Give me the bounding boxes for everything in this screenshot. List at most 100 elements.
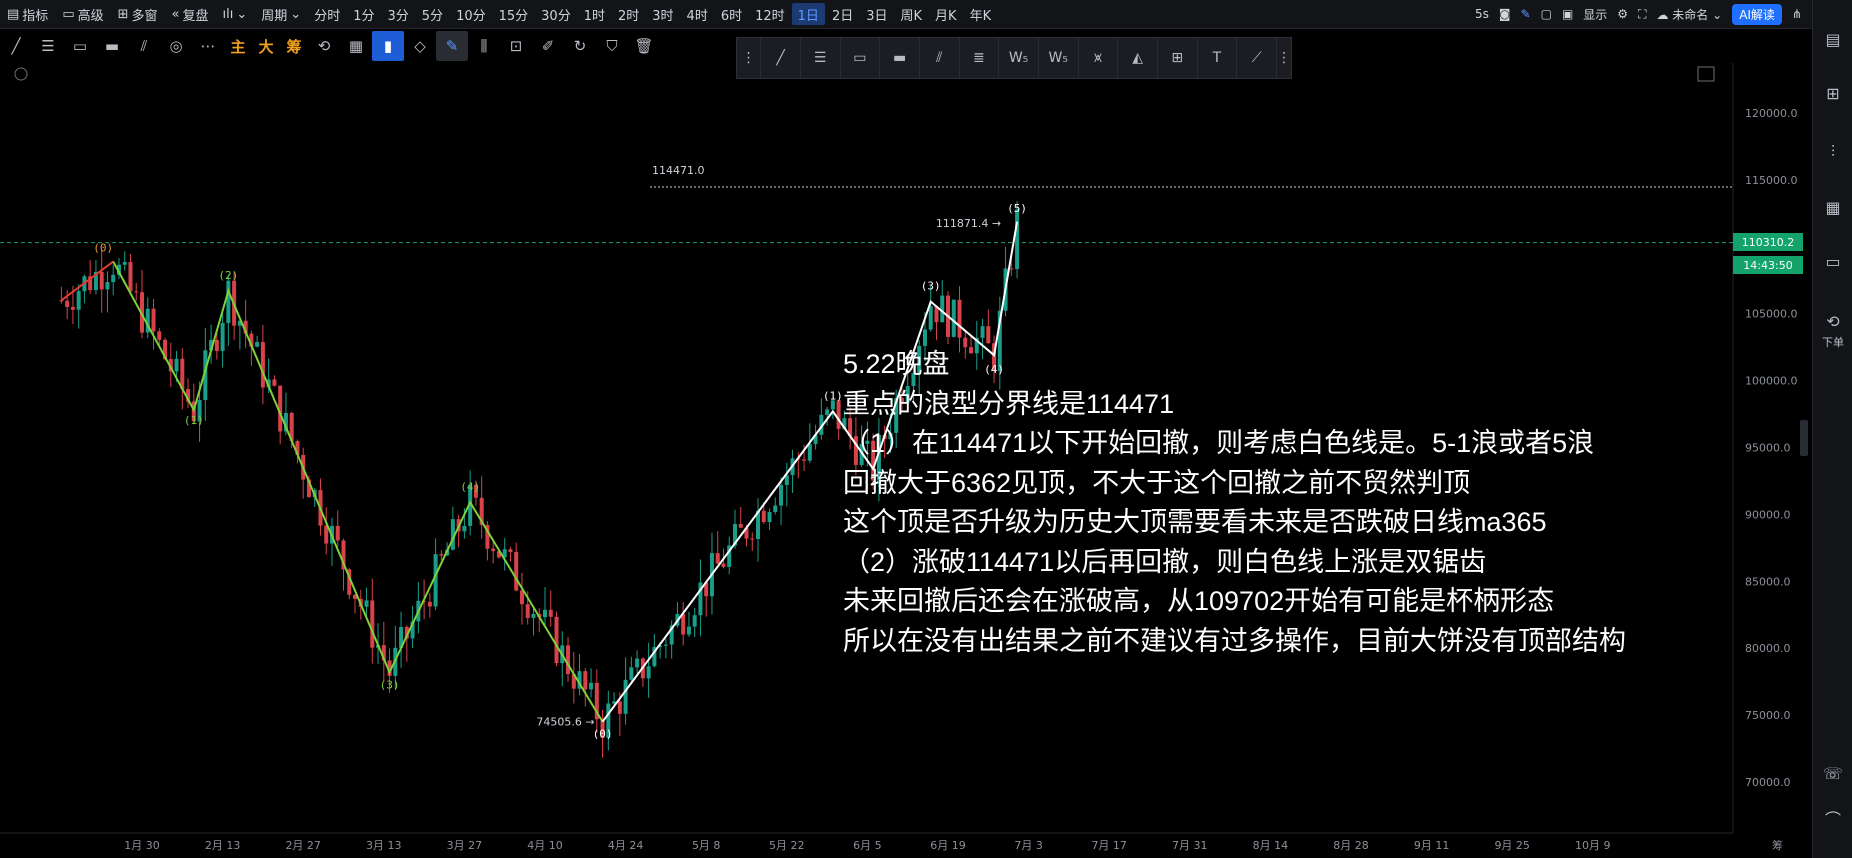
chart-type-icon: ılı bbox=[222, 6, 234, 22]
analysis-icon[interactable]: ⫶ bbox=[1821, 140, 1845, 164]
bookmark-icon[interactable]: ▮ bbox=[372, 31, 404, 61]
advanced-button[interactable]: ▭ 高级 bbox=[55, 0, 110, 28]
chart-type-button[interactable]: ılı ⌄ bbox=[216, 0, 255, 28]
timeframe-tab[interactable]: 15分 bbox=[493, 3, 535, 25]
timeframe-tab[interactable]: 年K bbox=[964, 3, 998, 25]
calc-icon[interactable]: ▦ bbox=[340, 31, 372, 61]
grid-icon[interactable]: ⊞ bbox=[1821, 82, 1845, 106]
x-tick-label: 3月 13 bbox=[366, 839, 402, 852]
channel-tool-icon[interactable]: ⫽ bbox=[128, 31, 160, 61]
news-icon[interactable]: ▦ bbox=[1821, 196, 1845, 220]
timeframe-tab[interactable]: 3日 bbox=[860, 3, 893, 25]
indicator-button[interactable]: ▤ 指标 bbox=[0, 0, 55, 28]
candle-body bbox=[70, 306, 75, 310]
lock-icon[interactable]: ⊡ bbox=[500, 31, 532, 61]
big-indicator-button[interactable]: 大 bbox=[252, 31, 280, 61]
display-button[interactable]: 显示 bbox=[1583, 6, 1607, 23]
camera-icon[interactable]: ◙ bbox=[1499, 7, 1511, 21]
layout-name[interactable]: ☁ 未命名 ⌄ bbox=[1656, 6, 1722, 23]
timeframe-tab[interactable]: 周K bbox=[895, 3, 929, 25]
headset-icon[interactable]: ⌒ bbox=[1821, 808, 1845, 832]
candle-icon[interactable]: ⫼ bbox=[468, 31, 500, 61]
candle-body bbox=[767, 511, 772, 523]
annotation-line: 这个顶是否升级为历史大顶需要看未来是否跌破日线ma365 bbox=[843, 507, 1547, 537]
timeframe-tab[interactable]: 10分 bbox=[450, 3, 492, 25]
x-tick-label: 3月 27 bbox=[447, 839, 483, 852]
document-icon[interactable]: ▤ bbox=[1821, 28, 1845, 52]
timeframe-tab[interactable]: 5分 bbox=[416, 3, 449, 25]
wallet-icon[interactable]: ▭ bbox=[1821, 250, 1845, 274]
candle-body bbox=[214, 339, 219, 352]
measure-tool-icon[interactable]: ▬ bbox=[96, 31, 128, 61]
support-icon[interactable]: ☏ bbox=[1821, 762, 1845, 786]
candle-body bbox=[519, 590, 524, 605]
trash-icon[interactable]: 🗑 bbox=[628, 31, 660, 61]
period-button[interactable]: 周期 ⌄ bbox=[254, 0, 308, 28]
chip-indicator-button[interactable]: 筹 bbox=[280, 31, 308, 61]
share-icon[interactable]: ⋔ bbox=[1792, 7, 1802, 21]
candle-body bbox=[721, 563, 726, 567]
candle-body bbox=[583, 671, 588, 690]
main-indicator-button[interactable]: 主 bbox=[224, 31, 252, 61]
circle-tool-icon[interactable]: ◎ bbox=[160, 31, 192, 61]
x-tick-label: 9月 25 bbox=[1494, 839, 1530, 852]
eraser-icon[interactable]: ◇ bbox=[404, 31, 436, 61]
candle-body bbox=[525, 604, 530, 618]
candle-body bbox=[663, 644, 668, 646]
timeframe-tab[interactable]: 分时 bbox=[308, 3, 346, 25]
candle-body bbox=[761, 510, 766, 523]
timeframe-tab[interactable]: 2时 bbox=[612, 3, 645, 25]
draw-pen-icon[interactable]: ✎ bbox=[436, 31, 468, 61]
candle-body bbox=[122, 261, 127, 265]
timeframe-tab[interactable]: 2日 bbox=[826, 3, 859, 25]
line-tool-icon[interactable]: ╱ bbox=[0, 31, 32, 61]
replay-button[interactable]: «复盘 bbox=[165, 0, 216, 28]
sync-icon[interactable]: ⟲ bbox=[308, 31, 340, 61]
magnet-icon[interactable]: ↻ bbox=[564, 31, 596, 61]
timeframe-tab[interactable]: 1时 bbox=[578, 3, 611, 25]
candle-body bbox=[543, 609, 547, 618]
candle-body bbox=[260, 342, 265, 388]
ai-interpret-button[interactable]: AI解读 bbox=[1732, 3, 1782, 25]
order-label[interactable]: 下单 bbox=[1813, 334, 1852, 350]
timeframe-tab[interactable]: 4时 bbox=[681, 3, 714, 25]
timeframe-tab[interactable]: 月K bbox=[929, 3, 963, 25]
hline-tool-icon[interactable]: ☰ bbox=[32, 31, 64, 61]
gear-icon[interactable]: ⚙ bbox=[1617, 7, 1628, 21]
timeframe-tab[interactable]: 3分 bbox=[382, 3, 415, 25]
candle-body bbox=[531, 613, 536, 618]
candle-body bbox=[635, 658, 640, 668]
candle-body bbox=[548, 609, 553, 617]
red-trend-line bbox=[60, 260, 114, 302]
candle-body bbox=[99, 271, 104, 290]
y-tick-label: 120000.0 bbox=[1745, 107, 1798, 120]
multiwindow-button[interactable]: ⊞ 多窗 bbox=[111, 0, 165, 28]
window-icon[interactable]: ▢ bbox=[1541, 7, 1552, 21]
candle-body bbox=[220, 322, 225, 352]
timeframe-tab[interactable]: 1分 bbox=[347, 3, 380, 25]
timeframe-tab[interactable]: 3时 bbox=[646, 3, 679, 25]
interval-label[interactable]: 5s bbox=[1475, 7, 1489, 21]
candle-body bbox=[957, 299, 962, 338]
fullscreen-icon[interactable]: ⛶ bbox=[1638, 7, 1646, 22]
candle-body bbox=[779, 484, 784, 506]
x-tick-label: 5月 8 bbox=[692, 839, 721, 852]
green-wave-line bbox=[112, 261, 604, 723]
timeframe-tab[interactable]: 6时 bbox=[715, 3, 748, 25]
y-tick-label: 90000.0 bbox=[1745, 508, 1791, 521]
price-scale-handle[interactable] bbox=[1800, 420, 1808, 456]
more-tools-icon[interactable]: ⋯ bbox=[192, 31, 224, 61]
candle-body bbox=[514, 551, 519, 591]
pen-icon[interactable]: ✎ bbox=[1521, 7, 1531, 21]
timeframe-tab[interactable]: 12时 bbox=[749, 3, 791, 25]
filter-icon[interactable]: ⛉ bbox=[596, 31, 628, 61]
timeframe-tab[interactable]: 30分 bbox=[535, 3, 577, 25]
rect-tool-icon[interactable]: ▭ bbox=[64, 31, 96, 61]
x-tick-label: 10月 9 bbox=[1575, 839, 1611, 852]
template-icon[interactable]: ▣ bbox=[1562, 7, 1573, 21]
order-icon[interactable]: ⟲ bbox=[1821, 310, 1845, 334]
candle-body bbox=[157, 331, 162, 340]
timeframe-tab[interactable]: 1日 bbox=[791, 3, 825, 25]
wave-label-green: (2) bbox=[218, 269, 238, 282]
edit-icon[interactable]: ✐ bbox=[532, 31, 564, 61]
